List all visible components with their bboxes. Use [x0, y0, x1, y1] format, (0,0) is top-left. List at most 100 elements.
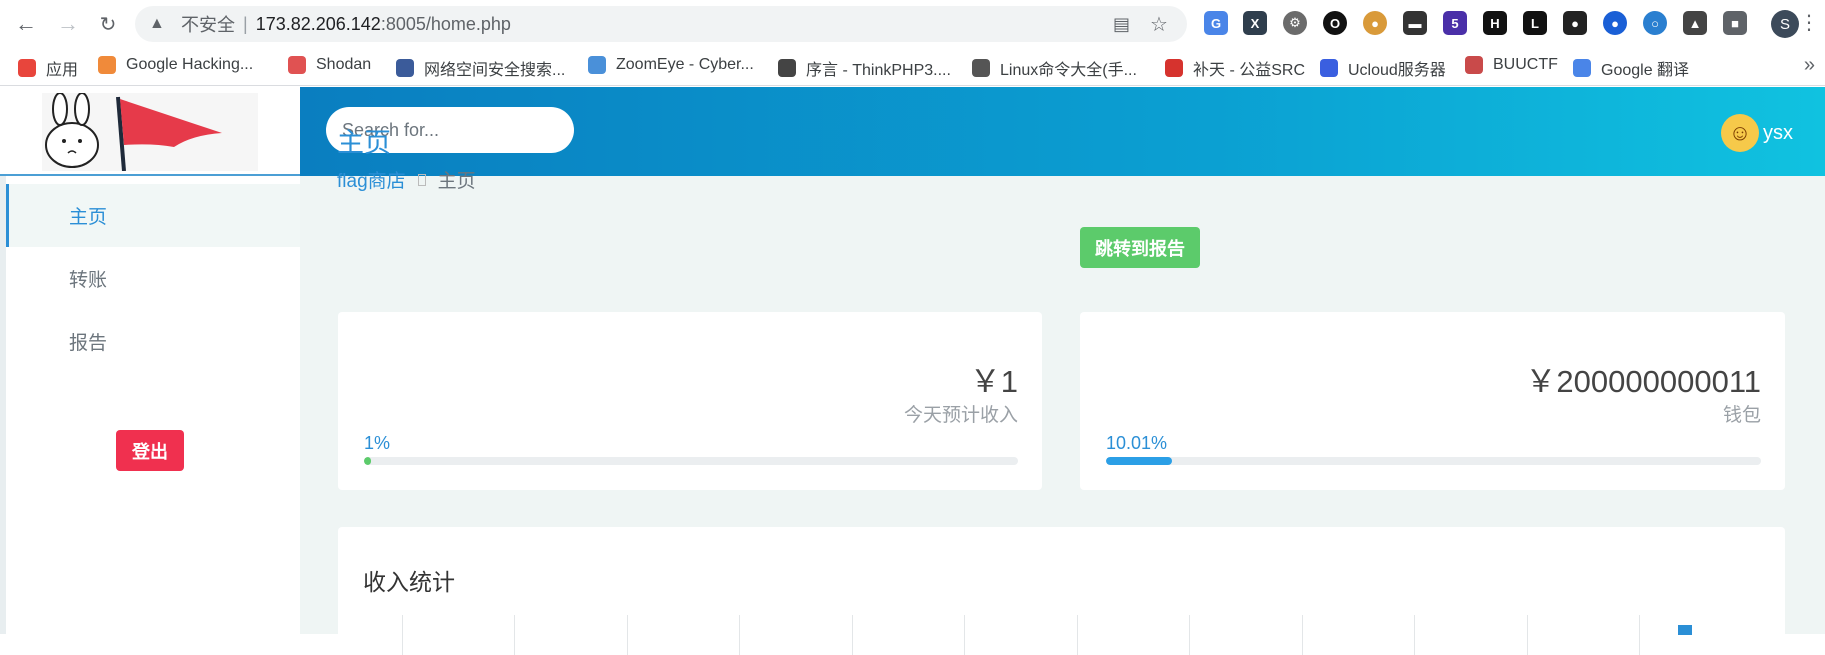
logout-button[interactable]: 登出 [116, 430, 184, 471]
bookmark-label: Shodan [316, 56, 372, 73]
insecure-label: 不安全 [181, 15, 235, 35]
bookmark-item[interactable]: Google 翻译 [1573, 56, 1689, 80]
username: ysx [1763, 121, 1793, 144]
chart-gridline [1189, 615, 1190, 655]
h-extension-icon[interactable]: H [1483, 11, 1507, 35]
breadcrumb-separator-icon [417, 173, 426, 186]
chart-gridline [402, 615, 403, 655]
income-label: 今天预计收入 [903, 405, 1018, 426]
bookmark-item[interactable]: 网络空间安全搜索... [396, 56, 565, 80]
user-menu[interactable]: ☺ ysx [1721, 114, 1793, 152]
cookie-extension-icon[interactable]: ● [1363, 11, 1387, 35]
puzzle-extension-icon[interactable]: ■ [1723, 11, 1747, 35]
url-separator: | [243, 13, 248, 34]
star-icon[interactable]: ☆ [1150, 12, 1168, 37]
x-extension-icon[interactable]: X [1243, 11, 1267, 35]
sidebar: 主页 转账 报告 登出 [0, 176, 300, 634]
bookmark-favicon-icon [396, 59, 414, 77]
bookmark-label: Google Hacking... [126, 56, 254, 73]
bookmark-favicon-icon [1465, 56, 1483, 74]
wallet-label: 钱包 [1722, 405, 1761, 426]
bookmark-item[interactable]: Ucloud服务器 [1320, 56, 1446, 80]
breadcrumb-root-link[interactable]: flag商店 [337, 166, 406, 193]
bookmark-favicon-icon [1165, 59, 1183, 77]
bookmark-item[interactable]: 应用 [18, 56, 78, 80]
bookmark-item[interactable]: BUUCTF [1465, 56, 1558, 74]
chart-gridline [964, 615, 965, 655]
tampermonkey-extension-icon[interactable]: ● [1563, 11, 1587, 35]
income-stats-card: 收入统计 [338, 527, 1785, 655]
bookmark-label: 网络空间安全搜索... [424, 62, 566, 79]
chart-gridline [1077, 615, 1078, 655]
bookmark-favicon-icon [98, 56, 116, 74]
chart-gridline [739, 615, 740, 655]
page-title: 主页 [337, 128, 391, 158]
bookmark-favicon-icon [1573, 59, 1591, 77]
globe-extension-icon[interactable]: ○ [1643, 11, 1667, 35]
bookmark-label: BUUCTF [1493, 56, 1558, 73]
mask-extension-icon[interactable]: ▬ [1403, 11, 1427, 35]
spy-extension-icon[interactable]: ▲ [1683, 11, 1707, 35]
sidebar-item-label: 转账 [69, 270, 108, 291]
menu-kebab-icon[interactable]: ⋮ [1799, 10, 1819, 35]
drop-extension-icon[interactable]: ● [1603, 11, 1627, 35]
chart-gridline [627, 615, 628, 655]
bookmark-item[interactable]: Google Hacking... [98, 56, 253, 74]
wallet-percent: 10.01% [1106, 433, 1168, 453]
gear-extension-icon[interactable]: ⚙ [1283, 11, 1307, 35]
back-icon[interactable]: ← [10, 8, 42, 40]
chart-gridline [852, 615, 853, 655]
bookmark-label: 序言 - ThinkPHP3.... [806, 62, 951, 79]
bookmark-item[interactable]: 序言 - ThinkPHP3.... [778, 56, 951, 80]
breadcrumb-current: 主页 [437, 171, 476, 192]
top-navbar: ☺ ysx [300, 87, 1825, 176]
bookmark-item[interactable]: Linux命令大全(手... [972, 56, 1137, 80]
bookmark-item[interactable]: ZoomEye - Cyber... [588, 56, 754, 74]
sidebar-item-label: 主页 [69, 207, 108, 228]
reload-icon[interactable]: ↻ [92, 8, 124, 40]
page: ☺ ysx 主页 转账 报告 登出 主页 flag商店 主页 跳转到报告 ￥1 … [0, 87, 1825, 655]
bookmark-label: 补天 - 公益SRC [1193, 62, 1306, 79]
google-translate-extension-icon[interactable]: G [1204, 11, 1228, 35]
chart-gridline [514, 615, 515, 655]
chart-gridline [1639, 615, 1640, 655]
sidebar-item-transfer[interactable]: 转账 [6, 247, 300, 310]
warning-icon: ▲ [149, 15, 165, 32]
jump-to-report-button[interactable]: 跳转到报告 [1080, 227, 1200, 268]
sidebar-item-home[interactable]: 主页 [6, 184, 300, 247]
bookmark-favicon-icon [778, 59, 796, 77]
hackbar-extension-icon[interactable]: 5 [1443, 11, 1467, 35]
address-bar[interactable]: ▲ 不安全 | 173.82.206.142 :8005/home.php ▤ … [135, 6, 1187, 42]
income-value: ￥1 [969, 364, 1018, 399]
bookmarks-overflow-icon[interactable]: » [1804, 54, 1815, 77]
income-stats-title: 收入统计 [363, 569, 455, 595]
chart-gridline [1414, 615, 1415, 655]
circle-extension-icon[interactable]: O [1323, 11, 1347, 35]
bookmark-favicon-icon [18, 59, 36, 77]
sidebar-item-label: 报告 [69, 333, 108, 354]
browser-toolbar: ← → ↻ ▲ 不安全 | 173.82.206.142 :8005/home.… [0, 0, 1825, 48]
wallet-progress-fill [1106, 457, 1172, 465]
translate-icon[interactable]: ▤ [1113, 14, 1130, 35]
logo-image [42, 92, 258, 172]
bookmark-item[interactable]: Shodan [288, 56, 371, 74]
l-extension-icon[interactable]: L [1523, 11, 1547, 35]
wallet-progress-bar [1106, 457, 1761, 465]
url-host: 173.82.206.142 [255, 13, 381, 34]
url-path: :8005/home.php [380, 13, 511, 34]
bookmark-label: Linux命令大全(手... [1000, 62, 1137, 79]
sidebar-item-report[interactable]: 报告 [6, 310, 300, 373]
user-avatar-icon: ☺ [1721, 114, 1759, 152]
bookmark-favicon-icon [588, 56, 606, 74]
logo-area [0, 87, 300, 176]
bookmarks-bar: 应用 Google Hacking... Shodan 网络空间安全搜索... Zoom… [0, 48, 1825, 86]
chart-gridline [1302, 615, 1303, 655]
bookmark-label: Ucloud服务器 [1348, 62, 1446, 79]
chart-gridline [1527, 615, 1528, 655]
forward-icon[interactable]: → [52, 8, 84, 40]
wallet-card: ￥200000000011 钱包 10.01% [1080, 312, 1785, 490]
income-percent: 1% [364, 433, 391, 453]
bookmark-item[interactable]: 补天 - 公益SRC [1165, 56, 1305, 80]
profile-avatar[interactable]: S [1771, 10, 1799, 38]
breadcrumb: flag商店 主页 [337, 166, 476, 193]
